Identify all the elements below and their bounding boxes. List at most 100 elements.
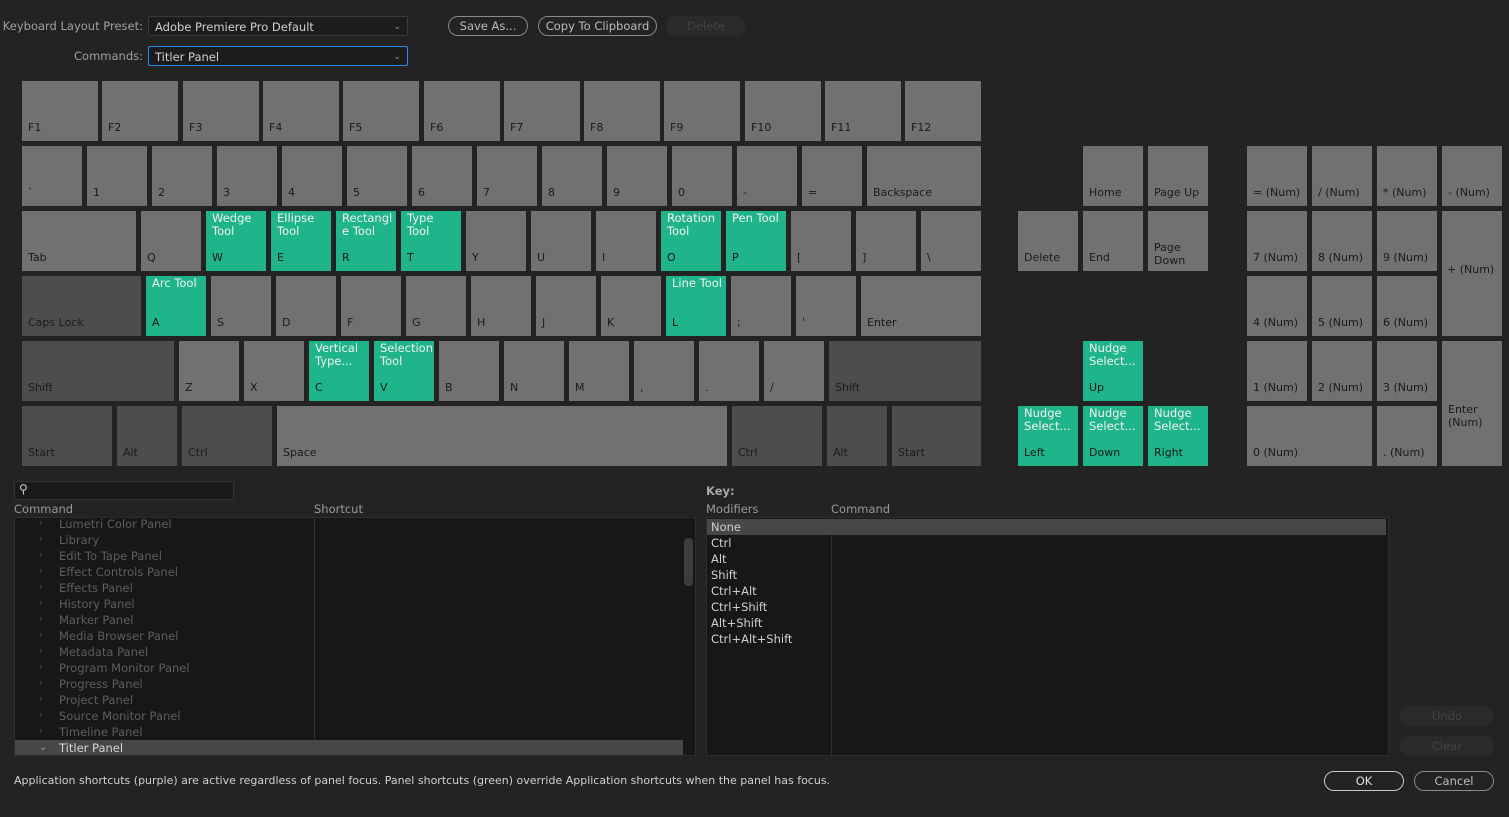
key-f10[interactable]: F10 — [745, 81, 821, 141]
key-n1[interactable]: 1 — [87, 146, 147, 206]
key-right[interactable]: Nudge Select... Right — [1148, 406, 1208, 466]
chevron-right-icon[interactable]: › — [39, 564, 43, 580]
chevron-right-icon[interactable]: › — [39, 628, 43, 644]
key-f9[interactable]: F9 — [664, 81, 740, 141]
command-tree-item[interactable]: › Effects Panel — [15, 580, 683, 596]
key-num2[interactable]: 2 (Num) — [1312, 341, 1372, 401]
key-space[interactable]: Space — [277, 406, 727, 466]
key-v[interactable]: Selection Tool V — [374, 341, 434, 401]
key-num9[interactable]: 9 (Num) — [1377, 211, 1437, 271]
key-n6[interactable]: 6 — [412, 146, 472, 206]
key-rstart[interactable]: Start — [892, 406, 981, 466]
chevron-down-icon[interactable]: ⌄ — [39, 740, 47, 755]
chevron-right-icon[interactable]: › — [39, 660, 43, 676]
key-f7[interactable]: F7 — [504, 81, 580, 141]
command-tree-item[interactable]: ⌄ Titler Panel — [15, 740, 683, 755]
key-num7[interactable]: 7 (Num) — [1247, 211, 1307, 271]
command-tree-item[interactable]: › Lumetri Color Panel — [15, 518, 683, 532]
key-num0[interactable]: 0 (Num) — [1247, 406, 1372, 466]
key-num1[interactable]: 1 (Num) — [1247, 341, 1307, 401]
key-n9[interactable]: 9 — [607, 146, 667, 206]
key-period[interactable]: . — [699, 341, 759, 401]
key-lshift[interactable]: Shift — [22, 341, 174, 401]
key-s[interactable]: S — [211, 276, 271, 336]
chevron-right-icon[interactable]: › — [39, 532, 43, 548]
key-f2[interactable]: F2 — [102, 81, 178, 141]
key-comma[interactable]: , — [634, 341, 694, 401]
modifier-row[interactable]: Ctrl+Alt — [707, 583, 1386, 599]
key-num-add[interactable]: + (Num) — [1442, 211, 1502, 336]
key-f8[interactable]: F8 — [584, 81, 660, 141]
command-tree-item[interactable]: › Project Panel — [15, 692, 683, 708]
key-k[interactable]: K — [601, 276, 661, 336]
chevron-right-icon[interactable]: › — [39, 692, 43, 708]
key-tab[interactable]: Tab — [22, 211, 136, 271]
key-q[interactable]: Q — [141, 211, 201, 271]
key-i[interactable]: I — [596, 211, 656, 271]
key-f4[interactable]: F4 — [263, 81, 339, 141]
key-enter[interactable]: Enter — [861, 276, 981, 336]
chevron-right-icon[interactable]: › — [39, 644, 43, 660]
key-f3[interactable]: F3 — [183, 81, 259, 141]
key-lalt[interactable]: Alt — [117, 406, 177, 466]
commands-dropdown[interactable]: Titler Panel ⌄ — [148, 46, 408, 66]
key-down[interactable]: Nudge Select... Down — [1083, 406, 1143, 466]
modifier-row[interactable]: Ctrl — [707, 535, 1386, 551]
modifier-row[interactable]: Alt+Shift — [707, 615, 1386, 631]
key-home[interactable]: Home — [1083, 146, 1143, 206]
key-num3[interactable]: 3 (Num) — [1377, 341, 1437, 401]
key-num-enter[interactable]: Enter (Num) — [1442, 341, 1502, 466]
key-num-eq[interactable]: = (Num) — [1247, 146, 1307, 206]
key-a[interactable]: Arc Tool A — [146, 276, 206, 336]
chevron-right-icon[interactable]: › — [39, 612, 43, 628]
copy-to-clipboard-button[interactable]: Copy To Clipboard — [538, 16, 657, 36]
key-j[interactable]: J — [536, 276, 596, 336]
chevron-right-icon[interactable]: › — [39, 596, 43, 612]
key-num8[interactable]: 8 (Num) — [1312, 211, 1372, 271]
key-n0[interactable]: 0 — [672, 146, 732, 206]
key-rctrl[interactable]: Ctrl — [732, 406, 822, 466]
chevron-right-icon[interactable]: › — [39, 548, 43, 564]
chevron-right-icon[interactable]: › — [39, 580, 43, 596]
key-left[interactable]: Nudge Select... Left — [1018, 406, 1078, 466]
chevron-right-icon[interactable]: › — [39, 518, 43, 532]
modifier-row[interactable]: Ctrl+Shift — [707, 599, 1386, 615]
key-n8[interactable]: 8 — [542, 146, 602, 206]
key-y[interactable]: Y — [466, 211, 526, 271]
scrollbar-thumb[interactable] — [684, 538, 693, 586]
command-tree-item[interactable]: › Metadata Panel — [15, 644, 683, 660]
key-rbracket[interactable]: ] — [856, 211, 916, 271]
key-f[interactable]: F — [341, 276, 401, 336]
save-as-button[interactable]: Save As... — [448, 16, 528, 36]
preset-dropdown[interactable]: Adobe Premiere Pro Default ⌄ — [148, 16, 408, 36]
key-u[interactable]: U — [531, 211, 591, 271]
command-tree-item[interactable]: › Source Monitor Panel — [15, 708, 683, 724]
key-equals[interactable]: = — [802, 146, 862, 206]
modifier-list[interactable]: None Ctrl Alt Shift Ctrl+Alt Ctrl+Shift Alt+Sh… — [706, 517, 1389, 756]
key-p[interactable]: Pen Tool P — [726, 211, 786, 271]
key-pageup[interactable]: Page Up — [1148, 146, 1208, 206]
key-w[interactable]: Wedge Tool W — [206, 211, 266, 271]
key-n5[interactable]: 5 — [347, 146, 407, 206]
modifier-row[interactable]: Alt — [707, 551, 1386, 567]
key-f1[interactable]: F1 — [22, 81, 98, 141]
key-c[interactable]: Vertical Type... C — [309, 341, 369, 401]
shortcut-column-header[interactable]: Shortcut — [314, 502, 363, 516]
key-n7[interactable]: 7 — [477, 146, 537, 206]
key-backslash[interactable]: \ — [921, 211, 981, 271]
key-ralt[interactable]: Alt — [827, 406, 887, 466]
command-tree-item[interactable]: › Media Browser Panel — [15, 628, 683, 644]
key-d[interactable]: D — [276, 276, 336, 336]
key-num-sub[interactable]: - (Num) — [1442, 146, 1502, 206]
command-tree-item[interactable]: › Program Monitor Panel — [15, 660, 683, 676]
key-n[interactable]: N — [504, 341, 564, 401]
key-z[interactable]: Z — [179, 341, 239, 401]
search-input[interactable] — [35, 483, 229, 499]
key-n3[interactable]: 3 — [217, 146, 277, 206]
clear-button[interactable]: Clear — [1400, 736, 1494, 756]
key-o[interactable]: Rotation Tool O — [661, 211, 721, 271]
key-l[interactable]: Line Tool L — [666, 276, 726, 336]
key-num-dec[interactable]: . (Num) — [1377, 406, 1437, 466]
key-backtick[interactable]: ` — [22, 146, 82, 206]
cancel-button[interactable]: Cancel — [1414, 771, 1494, 791]
